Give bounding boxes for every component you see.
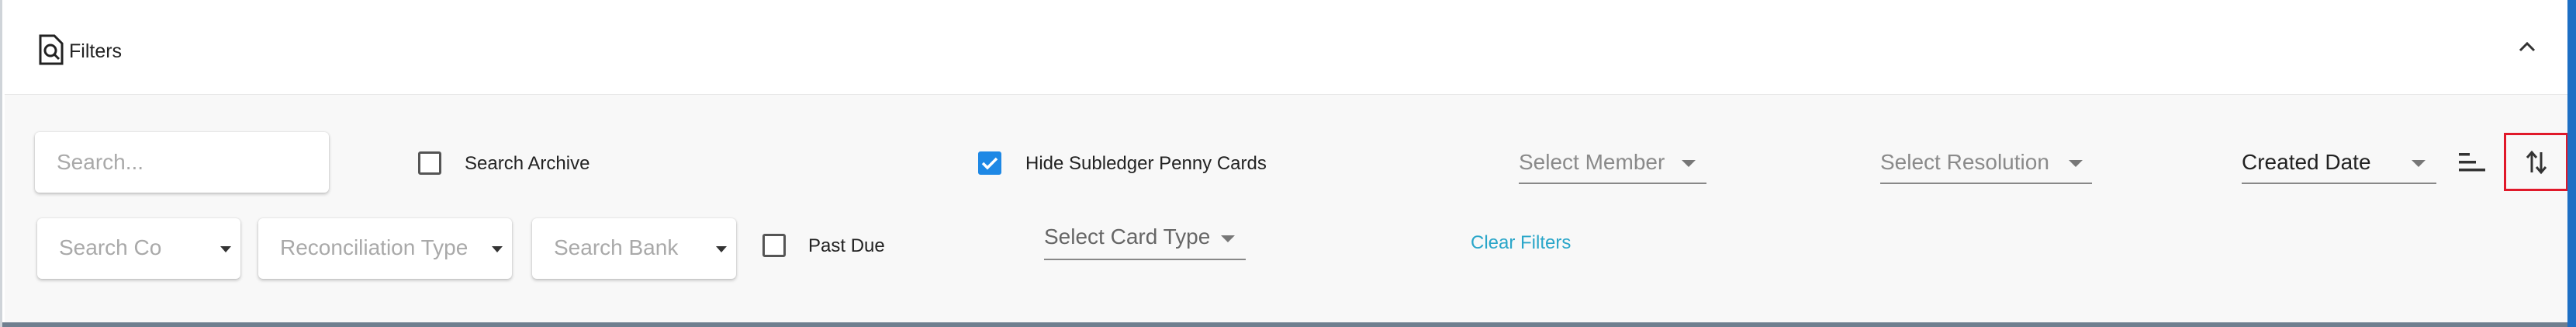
caret-down-icon <box>1682 160 1696 167</box>
hide-penny-cards-label: Hide Subledger Penny Cards <box>1025 153 1267 174</box>
sort-direction-arrows-icon <box>2526 150 2547 174</box>
resolution-select[interactable]: Select Resolution <box>1880 144 2092 184</box>
hide-penny-cards-checkbox[interactable] <box>978 151 1001 175</box>
filters-title: Filters <box>69 40 123 62</box>
bank-select-placeholder: Search Bank <box>554 235 679 259</box>
filter-search-icon <box>39 34 64 65</box>
company-select-placeholder: Search Co <box>59 235 162 259</box>
caret-down-icon <box>2069 160 2083 167</box>
collapse-button[interactable] <box>2512 31 2543 62</box>
search-archive-checkbox[interactable] <box>418 151 441 175</box>
caret-down-icon <box>220 246 231 252</box>
sort-lines-icon[interactable] <box>2459 153 2485 172</box>
bank-select[interactable]: Search Bank <box>532 218 736 279</box>
past-due-label: Past Due <box>808 235 885 256</box>
search-field[interactable] <box>35 132 329 193</box>
filters-panel <box>5 94 2570 323</box>
sort-direction-button[interactable] <box>2504 133 2568 191</box>
card-type-select[interactable]: Select Card Type <box>1044 221 1246 260</box>
sort-field-value: Created Date <box>2242 150 2371 174</box>
card-type-placeholder: Select Card Type <box>1044 224 1211 249</box>
clear-filters-link[interactable]: Clear Filters <box>1471 232 1571 254</box>
resolution-select-placeholder: Select Resolution <box>1880 150 2049 174</box>
right-scroll-accent <box>2567 0 2576 327</box>
caret-down-icon <box>716 246 727 252</box>
filters-card: Filters Search Archive Hide Subledger Pe… <box>0 0 2570 327</box>
member-select[interactable]: Select Member <box>1519 144 1706 184</box>
search-archive-label: Search Archive <box>465 153 590 174</box>
reconciliation-type-placeholder: Reconciliation Type <box>280 235 469 259</box>
member-select-placeholder: Select Member <box>1519 150 1665 174</box>
chevron-up-icon <box>2519 41 2536 52</box>
caret-down-icon <box>492 246 503 252</box>
company-select[interactable]: Search Co <box>37 218 240 279</box>
caret-down-icon <box>1221 235 1235 242</box>
search-input[interactable] <box>57 132 320 193</box>
reconciliation-type-select[interactable]: Reconciliation Type <box>258 218 512 279</box>
caret-down-icon <box>2412 160 2426 167</box>
filters-header[interactable]: Filters <box>2 0 2570 94</box>
sort-field-select[interactable]: Created Date <box>2242 144 2436 184</box>
past-due-checkbox[interactable] <box>762 234 786 257</box>
bottom-border <box>2 322 2570 327</box>
checkmark-icon <box>981 157 998 170</box>
